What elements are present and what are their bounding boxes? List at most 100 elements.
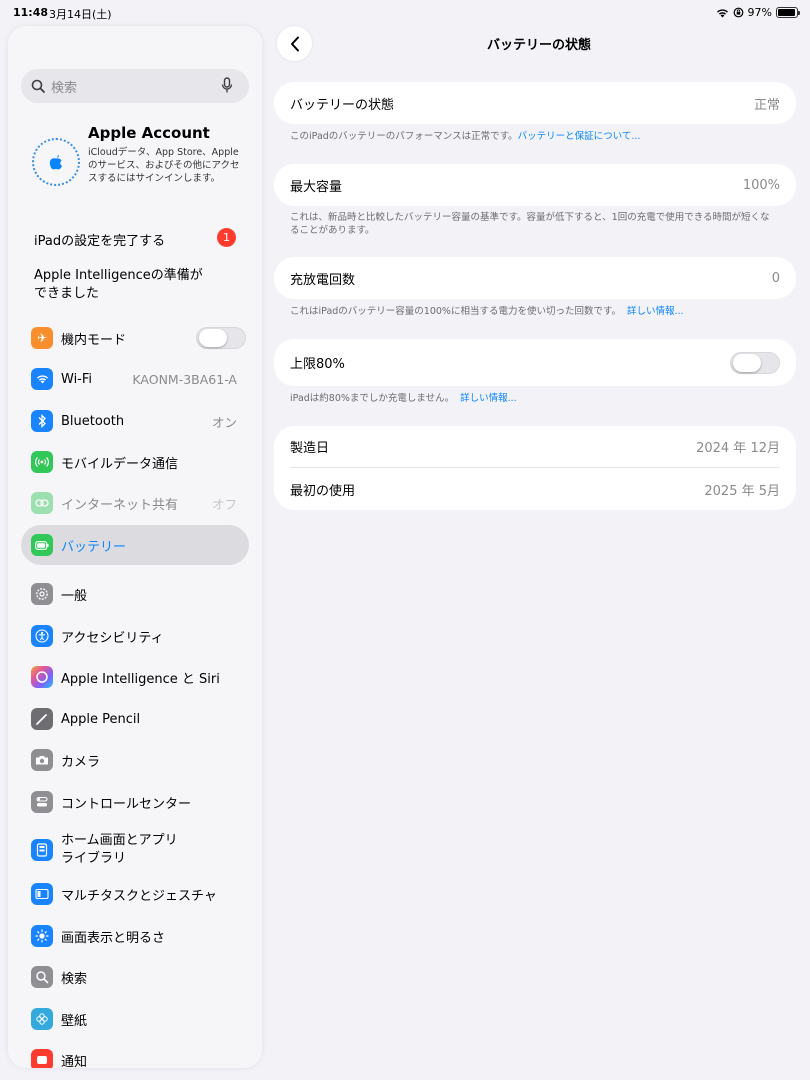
battery-status-icon bbox=[776, 7, 800, 18]
apple-logo-icon bbox=[32, 138, 80, 186]
charge-limit-toggle[interactable] bbox=[730, 351, 780, 374]
sidebar-item-label: 画面表示と明るさ bbox=[61, 930, 166, 946]
wifi-icon bbox=[31, 368, 53, 390]
cellular-icon bbox=[31, 451, 53, 473]
max-capacity-footnote: これは、新品時と比較したバッテリー容量の基準です。容量が低下すると、1回の充電で… bbox=[290, 212, 770, 236]
first-use-value: 2025 年 5月 bbox=[704, 483, 780, 499]
max-capacity-card: 最大容量 100% bbox=[274, 164, 796, 206]
sidebar: 検索 Apple Account iCloudデータ、App Store、App… bbox=[8, 26, 262, 1068]
sidebar-item-label: マルチタスクとジェスチャ bbox=[61, 888, 217, 904]
battery-health-label: バッテリーの状態 bbox=[290, 97, 395, 113]
sidebar-item-battery[interactable]: バッテリー bbox=[21, 525, 249, 565]
sidebar-item-label: カメラ bbox=[61, 754, 101, 770]
gear-icon bbox=[31, 583, 53, 605]
apple-account[interactable]: Apple Account iCloudデータ、App Store、Appleの… bbox=[32, 124, 252, 204]
airplane-icon: ✈ bbox=[31, 327, 53, 349]
cycle-count-more-link[interactable]: 詳しい情報... bbox=[627, 306, 684, 317]
apple-intelligence-ready-item[interactable]: Apple Intelligenceの準備が できました bbox=[34, 267, 203, 303]
first-use-row: 最初の使用 2025 年 5月 bbox=[274, 468, 796, 510]
cycle-count-label: 充放電回数 bbox=[290, 272, 356, 288]
multitask-icon bbox=[31, 883, 53, 905]
sidebar-item-label: 検索 bbox=[61, 971, 88, 987]
account-title: Apple Account bbox=[88, 124, 210, 142]
search-icon bbox=[31, 79, 45, 93]
sidebar-item-wifi[interactable]: Wi-Fi KAONM-3BA61-A bbox=[21, 359, 249, 399]
sidebar-item-search[interactable]: 検索 bbox=[21, 957, 249, 997]
wifi-network-name: KAONM-3BA61-A bbox=[132, 371, 237, 387]
manufacture-date-value: 2024 年 12月 bbox=[696, 441, 780, 456]
notification-icon bbox=[31, 1049, 53, 1068]
bluetooth-icon bbox=[31, 410, 53, 432]
bluetooth-status: オン bbox=[211, 414, 237, 430]
sidebar-item-label: 通知 bbox=[61, 1054, 88, 1069]
search-icon bbox=[31, 966, 53, 988]
sidebar-item-camera[interactable]: カメラ bbox=[21, 740, 249, 780]
sidebar-item-accessibility[interactable]: アクセシビリティ bbox=[21, 616, 249, 656]
sidebar-item-multitasking[interactable]: マルチタスクとジェスチャ bbox=[21, 874, 249, 914]
status-bar: 11:48 3月14日(土) 97% bbox=[0, 0, 810, 26]
max-capacity-row: 最大容量 100% bbox=[274, 164, 796, 206]
sidebar-item-personal-hotspot[interactable]: インターネット共有 オフ bbox=[21, 483, 249, 523]
sidebar-item-home-screen[interactable]: ホーム画面とアプリ ライブラリ bbox=[21, 830, 249, 870]
sidebar-item-label: Apple Intelligence と Siri bbox=[61, 671, 220, 687]
cycle-count-row: 充放電回数 0 bbox=[274, 257, 796, 299]
wallpaper-icon bbox=[31, 1008, 53, 1030]
max-capacity-value: 100% bbox=[742, 177, 780, 193]
sidebar-item-label: バッテリー bbox=[61, 539, 127, 555]
manufacture-date-row: 製造日 2024 年 12月 bbox=[274, 426, 796, 467]
sidebar-item-display-brightness[interactable]: 画面表示と明るさ bbox=[21, 916, 249, 956]
wifi-status-icon bbox=[716, 8, 728, 17]
status-date: 3月14日(土) bbox=[49, 8, 112, 21]
sidebar-item-label: 一般 bbox=[61, 588, 88, 604]
cycle-count-value: 0 bbox=[771, 270, 780, 286]
charge-limit-footnote: iPadは約80%までしか充電しません。 詳しい情報... bbox=[290, 393, 517, 404]
battery-health-row: バッテリーの状態 正常 bbox=[274, 82, 796, 124]
cycle-count-footnote: これはiPadのバッテリー容量の100%に相当する電力を使い切った回数です。 詳し… bbox=[290, 306, 684, 317]
siri-icon bbox=[31, 666, 53, 688]
search-placeholder: 検索 bbox=[51, 80, 78, 96]
charge-limit-more-link[interactable]: 詳しい情報... bbox=[460, 393, 517, 404]
sidebar-item-cellular[interactable]: モバイルデータ通信 bbox=[21, 442, 249, 482]
sidebar-item-control-center[interactable]: コントロールセンター bbox=[21, 782, 249, 822]
battery-warranty-link[interactable]: バッテリーと保証について... bbox=[518, 131, 641, 142]
sidebar-item-label: モバイルデータ通信 bbox=[61, 456, 179, 472]
brightness-icon bbox=[31, 925, 53, 947]
battery-level-fill bbox=[778, 9, 796, 16]
sidebar-item-general[interactable]: 一般 bbox=[21, 574, 249, 614]
control-center-icon bbox=[31, 791, 53, 813]
status-right: 97% bbox=[716, 6, 800, 19]
hotspot-status: オフ bbox=[211, 496, 237, 512]
pencil-icon bbox=[31, 708, 53, 730]
search-field[interactable]: 検索 bbox=[21, 69, 249, 103]
home-screen-icon bbox=[31, 839, 53, 861]
intelligence-ready-line2: できました bbox=[34, 286, 100, 301]
setup-label: iPadの設定を完了する bbox=[34, 234, 166, 249]
intelligence-ready-line1: Apple Intelligenceの準備が bbox=[34, 268, 203, 283]
airplane-mode-toggle[interactable] bbox=[196, 327, 246, 349]
sidebar-item-apple-pencil[interactable]: Apple Pencil bbox=[21, 699, 249, 739]
sidebar-item-label: Bluetooth bbox=[61, 413, 125, 429]
manufacture-date-label: 製造日 bbox=[290, 441, 330, 456]
sidebar-item-apple-intelligence-siri[interactable]: Apple Intelligence と Siri bbox=[21, 657, 249, 697]
sidebar-item-label: 機内モード bbox=[61, 332, 127, 348]
sidebar-item-label: 壁紙 bbox=[61, 1013, 88, 1029]
sidebar-item-notifications[interactable]: 通知 bbox=[21, 1040, 249, 1068]
sidebar-item-label: Wi-Fi bbox=[61, 371, 93, 387]
sidebar-item-bluetooth[interactable]: Bluetooth オン bbox=[21, 401, 249, 441]
sidebar-item-label: ホーム画面とアプリ ライブラリ bbox=[61, 833, 178, 866]
first-use-label: 最初の使用 bbox=[290, 483, 356, 499]
notification-badge: 1 bbox=[217, 228, 236, 247]
sidebar-item-airplane-mode[interactable]: ✈ 機内モード bbox=[21, 318, 249, 358]
battery-health-footnote: このiPadのバッテリーのパフォーマンスは正常です。バッテリーと保証について..… bbox=[290, 131, 641, 142]
battery-percent: 97% bbox=[747, 6, 772, 19]
sidebar-item-wallpaper[interactable]: 壁紙 bbox=[21, 999, 249, 1039]
sidebar-item-label: Apple Pencil bbox=[61, 711, 141, 727]
battery-dates-card: 製造日 2024 年 12月 最初の使用 2025 年 5月 bbox=[274, 426, 796, 510]
setup-ipad-item[interactable]: iPadの設定を完了する bbox=[34, 230, 165, 249]
charge-limit-label: 上限80% bbox=[290, 357, 345, 372]
sidebar-item-label: コントロールセンター bbox=[61, 796, 192, 812]
battery-icon bbox=[31, 534, 53, 556]
charge-limit-row: 上限80% bbox=[274, 339, 796, 386]
accessibility-icon bbox=[31, 625, 53, 647]
microphone-icon[interactable] bbox=[221, 77, 233, 94]
